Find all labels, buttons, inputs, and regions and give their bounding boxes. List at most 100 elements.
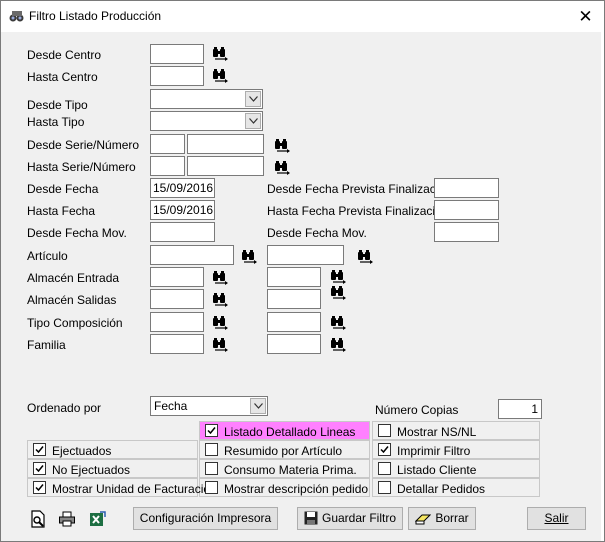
familia-label: Familia <box>27 338 66 352</box>
guardar-filtro-label: Guardar Filtro <box>321 511 397 525</box>
consumo-materia-label: Consumo Materia Prima. <box>224 463 357 477</box>
desde-fecha-mov-label: Desde Fecha Mov. <box>27 226 127 240</box>
listado-cliente-checkbox[interactable] <box>378 462 391 475</box>
title-bar: Filtro Listado Producción ✕ <box>1 1 604 32</box>
desde-tipo-composicion-input[interactable] <box>150 312 204 332</box>
detallar-pedidos-checkbox[interactable] <box>378 481 391 494</box>
consumo-materia-checkbox[interactable] <box>205 462 218 475</box>
desde-centro-search-icon[interactable] <box>212 47 230 61</box>
desde-familia-input[interactable] <box>150 334 204 354</box>
hasta-almacen-salidas-input[interactable] <box>267 289 321 309</box>
borrar-button[interactable]: Borrar <box>408 507 476 530</box>
salir-button[interactable]: Salir <box>527 507 586 530</box>
mostrar-unidad-checkbox[interactable] <box>33 481 46 494</box>
desde-centro-input[interactable] <box>150 44 204 64</box>
almacen-entrada-label: Almacén Entrada <box>27 271 120 285</box>
desde-fecha-input[interactable]: 15/09/2016 <box>150 178 215 198</box>
print-preview-icon[interactable] <box>29 510 47 528</box>
ordenado-por-value: Fecha <box>154 399 188 413</box>
hasta-centro-label: Hasta Centro <box>27 70 98 84</box>
hasta-almacen-entrada-search-icon[interactable] <box>330 270 348 284</box>
hasta-almacen-salidas-search-icon[interactable] <box>330 286 348 300</box>
guardar-filtro-button[interactable]: Guardar Filtro <box>297 507 403 530</box>
ordenado-por-label: Ordenado por <box>27 401 102 415</box>
desde-tipo-label: Desde Tipo <box>27 98 88 112</box>
hasta-articulo-input[interactable] <box>267 245 344 265</box>
desde-fecha-prevista-input[interactable] <box>434 178 499 198</box>
desde-numero-input[interactable] <box>187 134 264 154</box>
articulo-label: Artículo <box>27 249 68 263</box>
hasta-numero-input[interactable] <box>187 156 264 176</box>
almacen-salidas-label: Almacén Salidas <box>27 293 117 307</box>
ordenado-por-select[interactable]: Fecha <box>150 396 268 416</box>
desde-serie-label: Desde Serie/Número <box>27 138 140 152</box>
hasta-serie-input[interactable] <box>150 156 185 176</box>
hasta-familia-input[interactable] <box>267 334 321 354</box>
eraser-icon <box>415 514 432 525</box>
floppy-disk-icon <box>304 511 318 525</box>
mostrar-unidad-label: Mostrar Unidad de Facturación <box>52 482 217 496</box>
desde-almacen-entrada-search-icon[interactable] <box>212 271 230 285</box>
desde-tipo-select[interactable] <box>150 89 263 109</box>
hasta-articulo-search-icon[interactable] <box>357 250 375 264</box>
chevron-down-icon[interactable] <box>250 398 266 414</box>
hasta-tipo-label: Hasta Tipo <box>27 115 85 129</box>
ejecutados-checkbox[interactable] <box>33 443 46 456</box>
desde-fecha-mov-input[interactable] <box>150 222 215 242</box>
configuracion-impresora-button[interactable]: Configuración Impresora <box>133 507 278 530</box>
hasta-centro-search-icon[interactable] <box>212 69 230 83</box>
hasta-fecha-label: Hasta Fecha <box>27 204 96 218</box>
hasta-fecha-input[interactable]: 15/09/2016 <box>150 200 215 220</box>
resumido-articulo-checkbox[interactable] <box>205 443 218 456</box>
listado-detallado-label: Listado Detallado Lineas <box>224 425 356 439</box>
chevron-down-icon[interactable] <box>245 91 261 107</box>
borrar-label: Borrar <box>435 511 469 525</box>
numero-copias-input[interactable]: 1 <box>498 399 542 419</box>
desde-centro-label: Desde Centro <box>27 48 102 62</box>
no-ejecutados-label: No Ejectuados <box>52 463 131 477</box>
no-ejecutados-checkbox[interactable] <box>33 462 46 475</box>
configuracion-impresora-label: Configuración Impresora <box>139 511 272 525</box>
desde-serie-search-icon[interactable] <box>274 139 292 153</box>
hasta-fecha-mov-label: Desde Fecha Mov. <box>267 226 367 240</box>
imprimir-filtro-label: Imprimir Filtro <box>397 444 471 458</box>
close-button[interactable]: ✕ <box>567 1 604 32</box>
hasta-serie-label: Hasta Serie/Número <box>27 160 136 174</box>
hasta-fecha-prevista-input[interactable] <box>434 200 499 220</box>
mostrar-descripcion-label: Mostrar descripción pedido <box>224 482 369 496</box>
close-icon: ✕ <box>578 7 593 26</box>
hasta-fecha-mov-input[interactable] <box>434 222 499 242</box>
ejecutados-label: Ejectuados <box>52 444 112 458</box>
desde-articulo-search-icon[interactable] <box>241 250 259 264</box>
mostrar-ns-nl-checkbox[interactable] <box>378 424 391 437</box>
hasta-familia-search-icon[interactable] <box>330 338 348 352</box>
desde-familia-search-icon[interactable] <box>212 338 230 352</box>
desde-almacen-entrada-input[interactable] <box>150 267 204 287</box>
hasta-almacen-entrada-input[interactable] <box>267 267 321 287</box>
imprimir-filtro-checkbox[interactable] <box>378 443 391 456</box>
desde-serie-input[interactable] <box>150 134 185 154</box>
resumido-articulo-label: Resumido por Artículo <box>224 444 343 458</box>
listado-detallado-checkbox[interactable] <box>205 424 218 437</box>
tipo-composicion-label: Tipo Composición <box>27 316 123 330</box>
app-icon <box>9 11 24 22</box>
salir-label: Salir <box>544 511 569 525</box>
chevron-down-icon[interactable] <box>245 113 261 129</box>
mostrar-ns-nl-label: Mostrar NS/NL <box>397 425 477 439</box>
excel-export-icon[interactable] <box>88 510 106 528</box>
desde-almacen-salidas-input[interactable] <box>150 289 204 309</box>
hasta-centro-input[interactable] <box>150 66 204 86</box>
hasta-fecha-prevista-label: Hasta Fecha Prevista Finalización <box>267 204 449 218</box>
mostrar-descripcion-checkbox[interactable] <box>205 481 218 494</box>
desde-fecha-prevista-label: Desde Fecha Prevista Finalización <box>267 182 452 196</box>
printer-icon[interactable] <box>58 510 76 528</box>
desde-almacen-salidas-search-icon[interactable] <box>212 293 230 307</box>
desde-tipo-composicion-search-icon[interactable] <box>212 316 230 330</box>
hasta-tipo-composicion-search-icon[interactable] <box>330 316 348 330</box>
hasta-serie-search-icon[interactable] <box>274 161 292 175</box>
hasta-tipo-composicion-input[interactable] <box>267 312 321 332</box>
desde-articulo-input[interactable] <box>150 245 234 265</box>
detallar-pedidos-label: Detallar Pedidos <box>397 482 486 496</box>
hasta-tipo-select[interactable] <box>150 111 263 131</box>
desde-fecha-label: Desde Fecha <box>27 182 99 196</box>
